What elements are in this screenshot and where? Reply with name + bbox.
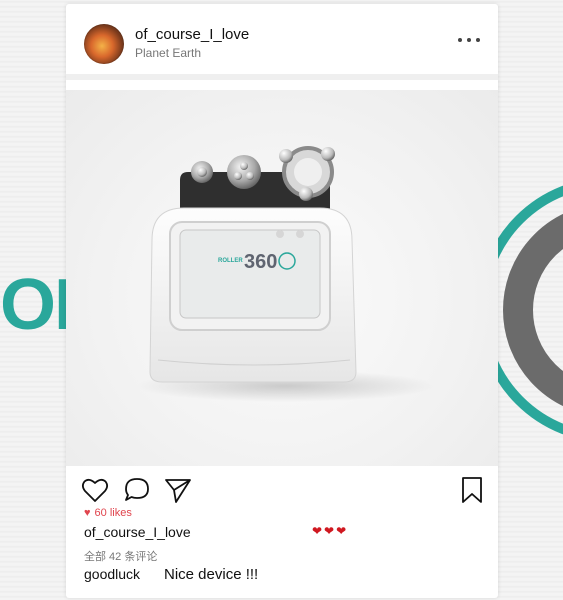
post-location[interactable]: Planet Earth — [135, 46, 201, 60]
small-heart-icon: ♥ — [84, 507, 91, 519]
caption-hearts: ❤❤❤ — [312, 524, 349, 538]
comment-text: Nice device !!! — [164, 566, 259, 583]
post-photo[interactable]: ROLLER 360 — [66, 90, 498, 466]
send-icon[interactable] — [163, 475, 193, 505]
more-dot — [467, 38, 471, 42]
device-illustration: ROLLER 360 — [136, 146, 436, 402]
more-dot — [476, 38, 480, 42]
likes-count[interactable]: ♥ 60 likes — [84, 507, 132, 519]
avatar[interactable] — [84, 24, 124, 64]
view-all-comments-link[interactable]: 全部 42 条评论 — [84, 548, 157, 564]
comment-icon[interactable] — [122, 475, 152, 505]
more-dot — [458, 38, 462, 42]
bookmark-icon[interactable] — [457, 475, 487, 505]
post-card: of_course_I_love Planet Earth ROLLER 360… — [66, 4, 498, 598]
more-options-icon[interactable] — [458, 34, 480, 46]
header-divider — [66, 74, 498, 80]
post-header: of_course_I_love Planet Earth — [66, 4, 498, 74]
comment-username[interactable]: goodluck — [84, 566, 140, 582]
background-brand-text: OL — [0, 270, 70, 340]
post-username[interactable]: of_course_I_love — [135, 26, 249, 43]
post-actions — [66, 470, 498, 510]
caption-username[interactable]: of_course_I_love — [84, 524, 191, 540]
heart-icon[interactable] — [80, 475, 110, 505]
screen-logo-prefix: ROLLER — [218, 258, 243, 264]
likes-label: 60 likes — [94, 507, 132, 519]
screen-logo-number: 360 — [244, 251, 277, 273]
